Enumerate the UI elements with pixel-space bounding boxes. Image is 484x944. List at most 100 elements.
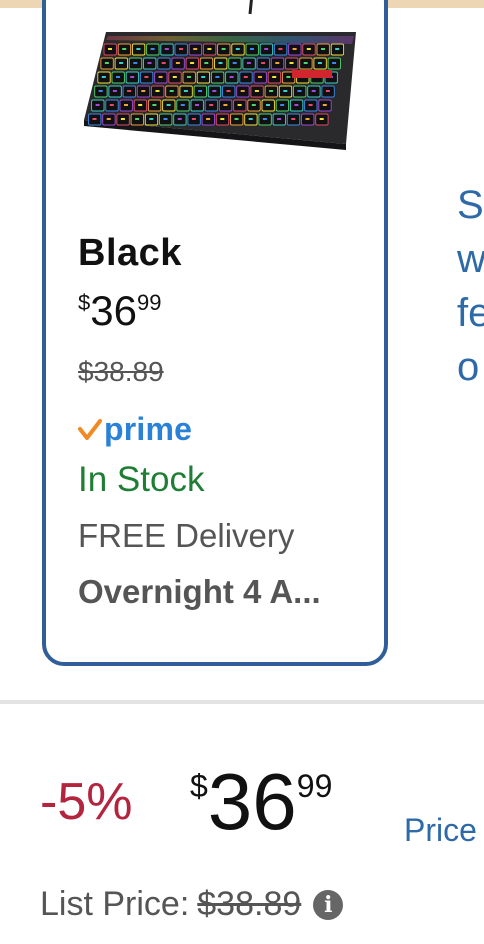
variant-card-black[interactable]: Black $3699 $38.89 prime In Stock FREE D… [42, 0, 388, 666]
keycap-glow [303, 62, 308, 64]
keycap-glow [278, 48, 283, 50]
keycap-glow [187, 76, 191, 78]
variant-list-price: $38.89 [78, 356, 164, 387]
keycap-glow [280, 104, 285, 106]
keycap-glow [133, 62, 138, 64]
keycap-glow [262, 118, 267, 120]
main-price-fraction: 99 [296, 768, 333, 804]
keycap-glow [250, 48, 254, 50]
variant-price-fraction: 99 [136, 290, 162, 315]
keycap-glow [220, 118, 225, 120]
keycap-glow [294, 104, 299, 106]
keycap-glow [106, 118, 111, 120]
keycap-glow [179, 48, 183, 50]
info-icon[interactable]: i [313, 889, 344, 920]
keycap-glow [166, 104, 171, 106]
variant-price-whole: 36 [90, 287, 137, 334]
keycap-glow [191, 118, 196, 120]
keycap-glow [248, 118, 253, 120]
delivery-speed: Overnight 4 A... [78, 573, 321, 610]
list-price-row: List Price: $38.89 i [40, 885, 344, 924]
keycap-glow [164, 48, 169, 50]
keycap-glow [234, 118, 239, 120]
keycap-glow [305, 118, 310, 120]
keycap-glow [221, 48, 226, 50]
list-price-label: List Price: [40, 885, 190, 923]
keycap-glow [317, 62, 322, 64]
keycap-glow [286, 76, 291, 78]
keycap-glow [175, 62, 180, 64]
keycap-glow [161, 62, 166, 64]
keycap-glow [306, 48, 311, 50]
keycap-glow [215, 76, 220, 78]
keycap-glow [308, 104, 313, 106]
keycap-glow [275, 62, 280, 64]
price-link[interactable]: Price [404, 812, 477, 849]
keycap-glow [144, 76, 149, 78]
keycap-glow [158, 76, 163, 78]
keycap-glow [198, 90, 203, 92]
keycap-glow [283, 90, 288, 92]
keycap-glow [135, 118, 140, 120]
prime-badge: prime [78, 409, 192, 449]
keycap-glow [141, 90, 146, 92]
keycap-glow [212, 90, 217, 92]
keycap-glow [177, 118, 182, 120]
variant-price-symbol: $ [78, 290, 91, 315]
side-link-text[interactable]: S w fe o [457, 178, 484, 394]
keycap-glow [136, 48, 141, 50]
keycap-glow [98, 90, 103, 92]
keycap-glow [254, 90, 259, 92]
keycap-glow [119, 62, 124, 64]
keycap-glow [264, 48, 269, 50]
keycap-glow [335, 48, 340, 50]
keycap-glow [108, 48, 112, 50]
keycap-glow [195, 104, 199, 106]
keycap-glow [130, 76, 135, 78]
section-divider [0, 700, 484, 704]
main-price-whole: 36 [207, 757, 297, 846]
discount-percent: -5% [40, 773, 133, 831]
keycap-glow [183, 90, 188, 92]
list-price-value: $38.89 [197, 885, 302, 923]
keyboard-product-image [84, 0, 356, 150]
product-page: Black $3699 $38.89 prime In Stock FREE D… [0, 0, 484, 944]
keycap-glow [332, 62, 337, 64]
keycap-glow [95, 104, 100, 106]
keycap-glow [277, 118, 282, 120]
keycap-glow [104, 62, 109, 64]
keycap-glow [209, 104, 214, 106]
keycap-glow [243, 76, 248, 78]
keycap-glow [261, 62, 266, 64]
keycap-glow [269, 90, 274, 92]
keycap-glow [223, 104, 228, 106]
keycap-glow [122, 48, 127, 50]
keycap-glow [207, 48, 212, 50]
keycap-glow [172, 76, 177, 78]
keycap-glow [272, 76, 277, 78]
keycap-glow [193, 48, 198, 50]
keycap-glow [218, 62, 223, 64]
keycap-glow [206, 118, 211, 120]
variant-name: Black [78, 232, 182, 274]
keycap-glow [246, 62, 251, 64]
keycap-glow [235, 48, 240, 50]
keycap-glow [112, 90, 117, 92]
keycap-glow [240, 90, 245, 92]
keycap-glow [127, 90, 132, 92]
keycap-glow [149, 118, 154, 120]
keycap-glow [190, 62, 195, 64]
keycap-glow [92, 118, 97, 120]
prime-label: prime [104, 410, 193, 447]
variant-price: $3699 [78, 290, 161, 332]
keycap-glow [266, 104, 270, 106]
keycap-glow [258, 76, 262, 78]
keycap-glow [311, 90, 316, 92]
keycap-glow [138, 104, 143, 106]
keycap-glow [226, 90, 231, 92]
keycap-glow [169, 90, 174, 92]
keycap-glow [101, 76, 106, 78]
keycap-glow [321, 48, 325, 50]
keycap-glow [291, 118, 296, 120]
keycap-glow [229, 76, 234, 78]
